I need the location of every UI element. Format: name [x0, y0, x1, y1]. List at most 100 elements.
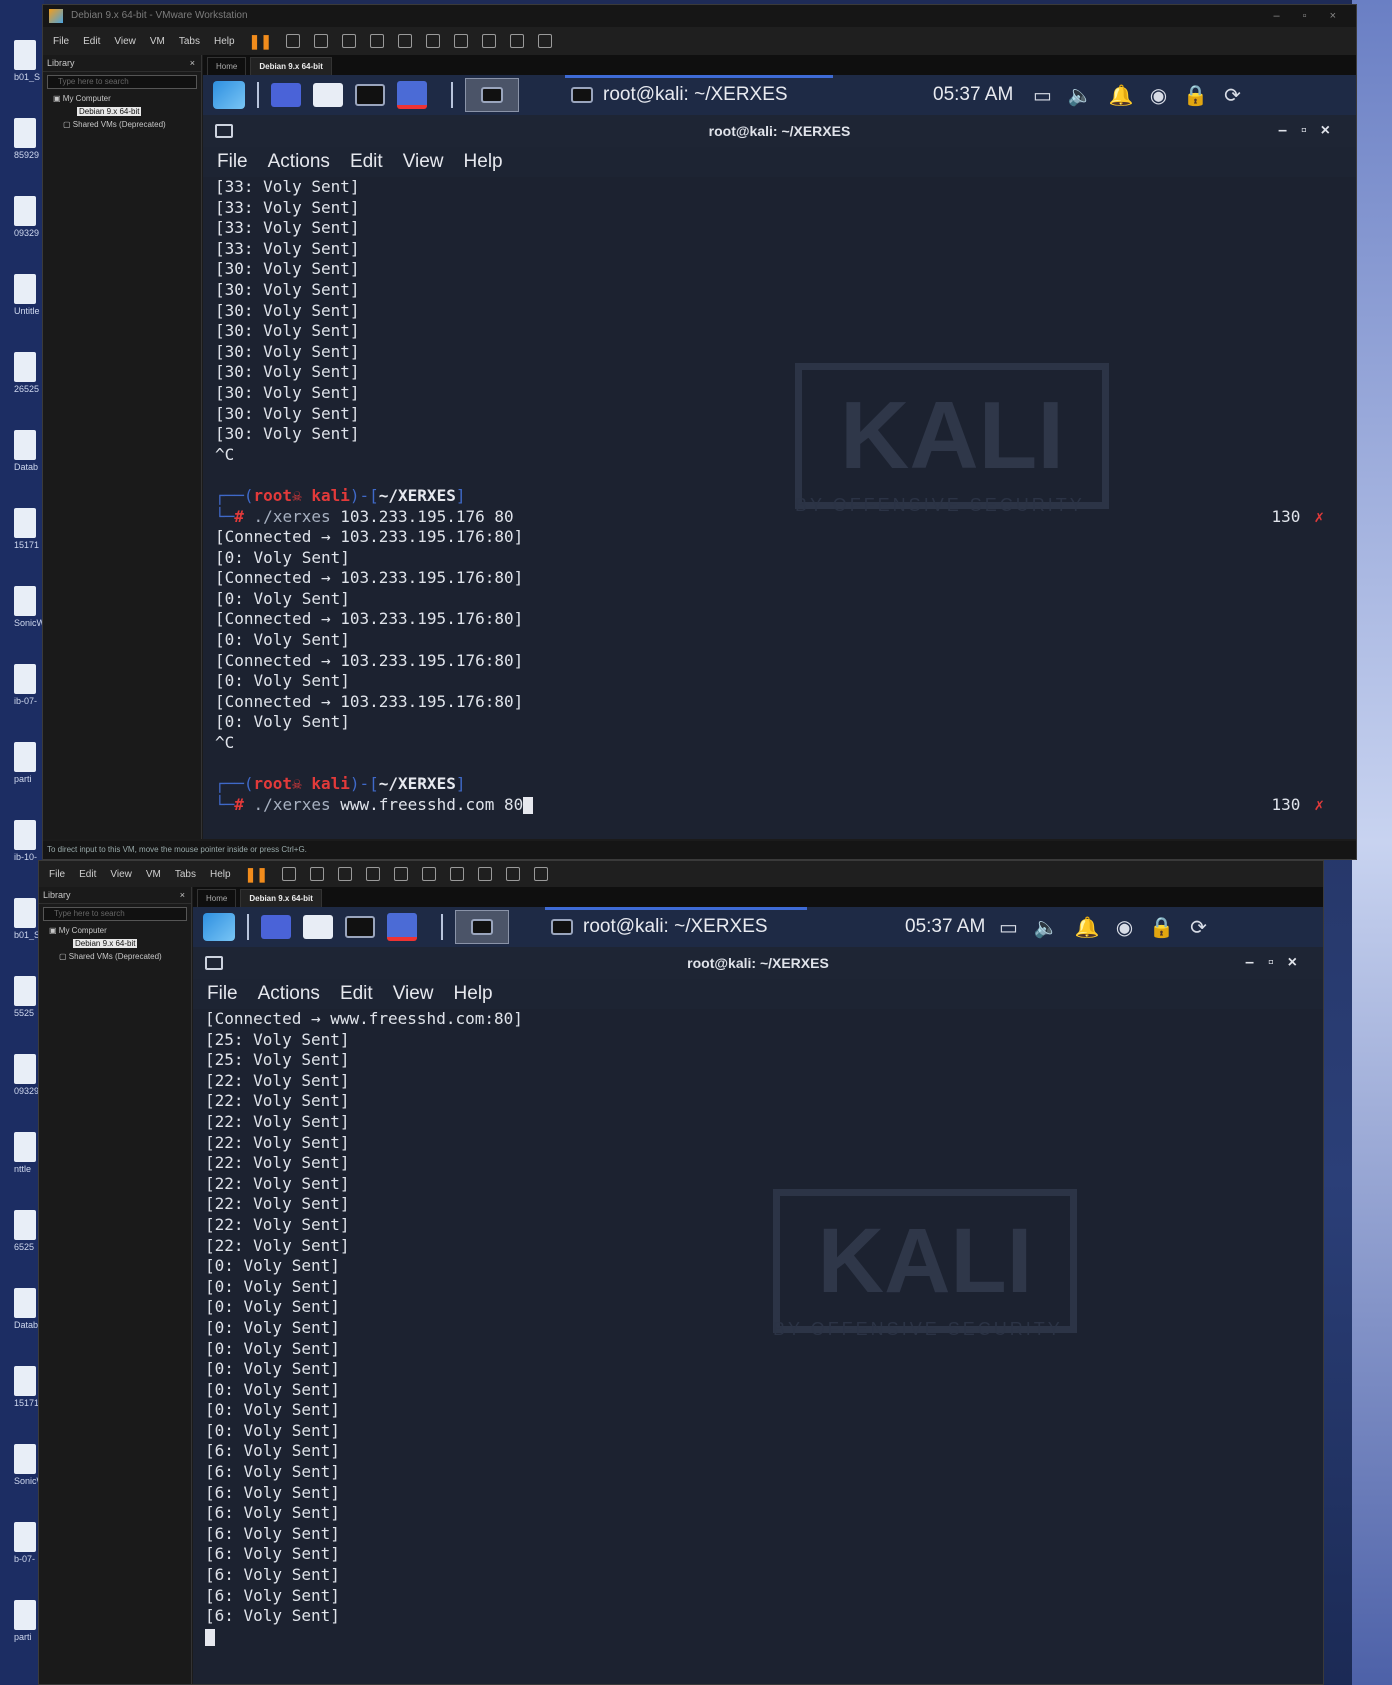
terminal-output[interactable]: KALI BY OFFENSIVE SECURITY [33: Voly Sen… — [203, 177, 1356, 839]
terminal-menu-edit[interactable]: Edit — [340, 983, 373, 1005]
menu-vm[interactable]: VM — [150, 36, 165, 47]
terminal-menu-actions[interactable]: Actions — [268, 151, 330, 173]
notifications-icon[interactable]: 🔔 — [1109, 83, 1134, 108]
desktop-file-icon[interactable] — [14, 742, 36, 772]
display-icon[interactable]: ▭ — [999, 915, 1018, 940]
tree-item-my-computer[interactable]: ▣ My Computer — [53, 92, 201, 105]
snapshot-icon[interactable] — [314, 34, 329, 48]
terminal-window-controls[interactable]: –▫× — [1245, 947, 1311, 979]
screen-recorder-icon[interactable] — [387, 913, 417, 941]
terminal-menu-file[interactable]: File — [217, 151, 248, 173]
menu-tabs[interactable]: Tabs — [179, 36, 200, 47]
pause-icon[interactable]: ❚❚ — [245, 866, 268, 883]
guest-display[interactable]: Home Debian 9.x 64-bit root@kali: ~/XERX… — [203, 55, 1356, 839]
desktop-file-icon[interactable] — [14, 40, 36, 70]
console-view-icon[interactable] — [510, 34, 525, 48]
thumbnail-view-icon[interactable] — [422, 867, 437, 881]
lock-icon[interactable]: 🔒 — [1149, 915, 1174, 940]
thumbnail-view-icon[interactable] — [426, 34, 441, 48]
desktop-file-icon[interactable] — [14, 1054, 36, 1084]
snapshot-manager-icon[interactable] — [370, 34, 385, 48]
menu-help[interactable]: Help — [210, 869, 231, 880]
terminal-menu-help[interactable]: Help — [454, 983, 493, 1005]
desktop-file-icon[interactable] — [14, 898, 36, 928]
desktop-file-icon[interactable] — [14, 430, 36, 460]
unity-icon[interactable] — [478, 867, 493, 881]
desktop-file-icon[interactable] — [14, 1444, 36, 1474]
close-icon[interactable]: × — [190, 55, 195, 71]
tree-item-vm[interactable]: Debian 9.x 64-bit — [53, 105, 201, 118]
screen-recorder-icon[interactable] — [397, 81, 427, 109]
volume-icon[interactable]: 🔈 — [1034, 915, 1059, 940]
terminal-launcher-icon[interactable] — [355, 84, 385, 106]
library-search-input[interactable]: Type here to search — [43, 907, 187, 921]
menu-help[interactable]: Help — [214, 36, 235, 47]
menu-file[interactable]: File — [53, 36, 69, 47]
guest-display[interactable]: Home Debian 9.x 64-bit root@kali: ~/XERX… — [193, 887, 1323, 1684]
tab-home[interactable]: Home — [197, 889, 237, 907]
desktop-file-icon[interactable] — [14, 118, 36, 148]
stretch-guest-icon[interactable] — [538, 34, 553, 48]
notifications-icon[interactable]: 🔔 — [1075, 915, 1100, 940]
desktop-file-icon[interactable] — [14, 1210, 36, 1240]
menu-view[interactable]: View — [110, 869, 132, 880]
revert-icon[interactable] — [342, 34, 357, 48]
kali-menu-icon[interactable] — [213, 81, 245, 109]
terminal-output[interactable]: KALI BY OFFENSIVE SECURITY [Connected → … — [193, 1009, 1323, 1684]
workspace-icon[interactable] — [271, 83, 301, 107]
file-manager-icon[interactable] — [303, 915, 333, 939]
pause-icon[interactable]: ❚❚ — [249, 33, 272, 50]
close-icon[interactable]: × — [180, 887, 185, 903]
kali-menu-icon[interactable] — [203, 913, 235, 941]
fullscreen-icon[interactable] — [450, 867, 465, 881]
snapshot-icon[interactable] — [310, 867, 325, 881]
clock[interactable]: 05:37 AM — [933, 84, 1013, 106]
workspace-icon[interactable] — [261, 915, 291, 939]
file-manager-icon[interactable] — [313, 83, 343, 107]
display-icon[interactable]: ▭ — [1033, 83, 1052, 108]
terminal-launcher-icon[interactable] — [345, 916, 375, 938]
desktop-file-icon[interactable] — [14, 274, 36, 304]
revert-icon[interactable] — [338, 867, 353, 881]
logout-icon[interactable]: ⟳ — [1190, 915, 1207, 940]
desktop-file-icon[interactable] — [14, 1288, 36, 1318]
snapshot-manager-icon[interactable] — [366, 867, 381, 881]
tab-home[interactable]: Home — [207, 57, 247, 75]
library-view-icon[interactable] — [394, 867, 409, 881]
unity-icon[interactable] — [482, 34, 497, 48]
tree-item-shared[interactable]: ▢ Shared VMs (Deprecated) — [53, 118, 201, 131]
send-keys-icon[interactable] — [286, 34, 301, 48]
desktop-file-icon[interactable] — [14, 508, 36, 538]
menu-edit[interactable]: Edit — [79, 869, 96, 880]
terminal-menu-edit[interactable]: Edit — [350, 151, 383, 173]
clock[interactable]: 05:37 AM — [905, 916, 985, 938]
menu-vm[interactable]: VM — [146, 869, 161, 880]
desktop-file-icon[interactable] — [14, 196, 36, 226]
desktop-file-icon[interactable] — [14, 820, 36, 850]
desktop-file-icon[interactable] — [14, 586, 36, 616]
desktop-file-icon[interactable] — [14, 1366, 36, 1396]
terminal-window-controls[interactable]: –▫× — [1278, 115, 1344, 147]
console-view-icon[interactable] — [506, 867, 521, 881]
logout-icon[interactable]: ⟳ — [1224, 83, 1241, 108]
taskbar-window-title[interactable]: root@kali: ~/XERXES — [565, 75, 833, 115]
desktop-file-icon[interactable] — [14, 1522, 36, 1552]
library-search-input[interactable]: Type here to search — [47, 75, 197, 89]
desktop-file-icon[interactable] — [14, 1600, 36, 1630]
terminal-menu-help[interactable]: Help — [464, 151, 503, 173]
desktop-file-icon[interactable] — [14, 352, 36, 382]
terminal-menu-view[interactable]: View — [403, 151, 444, 173]
tab-debian[interactable]: Debian 9.x 64-bit — [240, 889, 322, 907]
terminal-menu-file[interactable]: File — [207, 983, 238, 1005]
terminal-menu-actions[interactable]: Actions — [258, 983, 320, 1005]
fullscreen-icon[interactable] — [454, 34, 469, 48]
active-terminal-button[interactable] — [455, 910, 509, 944]
lock-icon[interactable]: 🔒 — [1183, 83, 1208, 108]
tab-debian[interactable]: Debian 9.x 64-bit — [250, 57, 332, 75]
taskbar-window-title[interactable]: root@kali: ~/XERXES — [545, 907, 807, 947]
window-controls[interactable]: – ▫ × — [1273, 5, 1346, 27]
send-keys-icon[interactable] — [282, 867, 297, 881]
menu-file[interactable]: File — [49, 869, 65, 880]
active-terminal-button[interactable] — [465, 78, 519, 112]
tree-item-my-computer[interactable]: ▣ My Computer — [49, 924, 191, 937]
